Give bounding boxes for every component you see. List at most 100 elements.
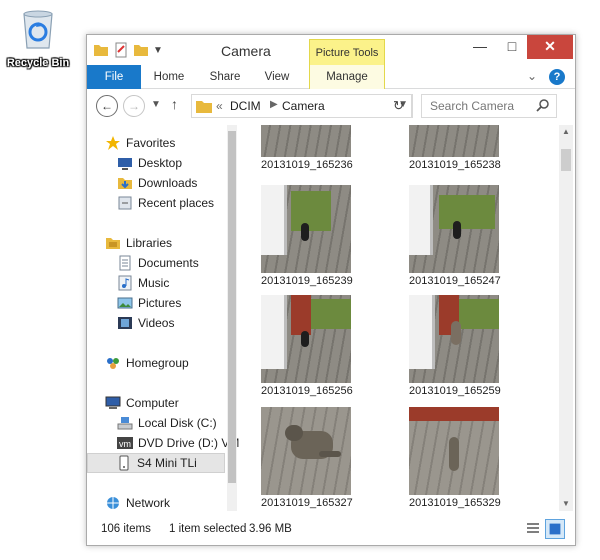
- file-item[interactable]: 20131019_165247: [409, 185, 501, 287]
- window-title: Camera: [221, 43, 271, 59]
- back-button[interactable]: ←: [96, 95, 118, 117]
- sidebar-item-documents[interactable]: Documents: [117, 253, 199, 273]
- customize-toolbar-icon[interactable]: ▼: [153, 45, 163, 56]
- file-name: 20131019_165236: [261, 159, 353, 171]
- status-bar: 106 items 1 item selected 3.96 MB: [87, 515, 575, 545]
- file-item[interactable]: 20131019_165239: [261, 185, 353, 287]
- folder-icon: [196, 101, 212, 113]
- file-item[interactable]: 20131019_165259: [409, 295, 501, 397]
- file-item[interactable]: 20131019_165236: [261, 125, 353, 171]
- sidebar-item-downloads[interactable]: Downloads: [117, 173, 197, 193]
- up-button[interactable]: ↑: [171, 96, 178, 112]
- ribbon-tabs: File Home Share View Manage ⌄ ?: [87, 65, 575, 89]
- desktop-icon: [118, 158, 132, 170]
- details-view-icon[interactable]: [523, 519, 543, 539]
- recycle-bin[interactable]: Recycle Bin: [4, 6, 72, 69]
- expand-ribbon-icon[interactable]: ⌄: [527, 69, 537, 83]
- file-name: 20131019_165327: [261, 497, 353, 509]
- sidebar-item-network[interactable]: Network: [105, 493, 170, 511]
- sidebar-item-s4-mini[interactable]: S4 Mini TLi: [87, 453, 225, 473]
- recent-locations-icon[interactable]: ▼: [151, 99, 161, 110]
- picture-tools-label: Picture Tools: [309, 39, 385, 65]
- forward-button[interactable]: →: [123, 95, 145, 117]
- sidebar-item-desktop[interactable]: Desktop: [117, 153, 182, 173]
- file-item[interactable]: 20131019_165329: [409, 407, 501, 509]
- properties-icon[interactable]: [113, 42, 129, 58]
- videos-icon: [118, 317, 132, 329]
- sidebar-item-label: Downloads: [138, 176, 198, 190]
- sidebar-item-label: Videos: [138, 316, 175, 330]
- new-folder-icon[interactable]: [133, 42, 149, 58]
- file-name: 20131019_165247: [409, 275, 501, 287]
- tab-manage[interactable]: Manage: [309, 65, 385, 89]
- sidebar-item-label: Local Disk (C:): [138, 416, 217, 430]
- navigation-bar: ← → ▼ ↑ « DCIM ▶ Camera ▼ ↻ Search Camer…: [87, 91, 575, 121]
- file-name: 20131019_165239: [261, 275, 353, 287]
- sidebar-item-label: Recent places: [138, 196, 215, 210]
- sidebar-item-homegroup[interactable]: Homegroup: [105, 353, 189, 373]
- search-input[interactable]: Search Camera: [421, 94, 557, 118]
- pictures-icon: [117, 297, 133, 309]
- photo-thumbnail: [261, 407, 351, 495]
- sidebar-item-videos[interactable]: Videos: [117, 313, 174, 333]
- tab-home[interactable]: Home: [145, 65, 193, 89]
- content-scrollbar-thumb[interactable]: [561, 149, 571, 171]
- large-icons-view-icon[interactable]: [545, 519, 565, 539]
- breadcrumb-dcim[interactable]: DCIM: [230, 99, 261, 113]
- dvd-icon: vm: [117, 437, 133, 449]
- file-name: 20131019_165238: [409, 159, 501, 171]
- tab-share[interactable]: Share: [201, 65, 249, 89]
- sidebar-item-music[interactable]: Music: [117, 273, 169, 293]
- sidebar-item-favorites[interactable]: Favorites: [105, 133, 175, 153]
- chevron-right-icon[interactable]: ▶: [270, 99, 278, 110]
- network-icon: [107, 497, 119, 509]
- sidebar-item-computer[interactable]: Computer: [105, 393, 179, 413]
- tab-file[interactable]: File: [87, 65, 141, 89]
- star-icon: [106, 136, 120, 150]
- item-count: 106 items: [101, 523, 151, 535]
- scroll-down-icon[interactable]: ▼: [562, 499, 570, 508]
- minimize-button[interactable]: —: [465, 35, 495, 59]
- downloads-icon: [118, 178, 132, 189]
- navigation-pane: Favorites Desktop Downloads Recent place…: [87, 125, 239, 511]
- folder-icon[interactable]: [93, 42, 109, 58]
- sidebar-item-label: Favorites: [126, 136, 176, 150]
- recycle-bin-label: Recycle Bin: [6, 57, 70, 69]
- sidebar-item-dvd-drive[interactable]: vm DVD Drive (D:) VM: [117, 433, 239, 453]
- maximize-button[interactable]: □: [497, 35, 527, 59]
- photo-thumbnail: [261, 185, 351, 273]
- title-bar: ▼ Camera Picture Tools — □ ✕: [87, 35, 575, 65]
- photo-thumbnail: [409, 125, 499, 157]
- refresh-button[interactable]: ↻: [386, 94, 412, 118]
- help-icon[interactable]: ?: [549, 69, 565, 85]
- recent-places-icon: [118, 196, 132, 210]
- sidebar-item-local-disk[interactable]: Local Disk (C:): [117, 413, 217, 433]
- selection-status: 1 item selected: [169, 523, 247, 535]
- explorer-window: ▼ Camera Picture Tools — □ ✕ File Home S…: [86, 34, 576, 546]
- sidebar-item-label: Desktop: [138, 156, 183, 170]
- close-button[interactable]: ✕: [527, 35, 573, 59]
- sidebar-item-pictures[interactable]: Pictures: [117, 293, 181, 313]
- photo-thumbnail: [409, 295, 499, 383]
- content-scrollbar[interactable]: ▲ ▼: [559, 125, 573, 511]
- homegroup-icon: [107, 358, 119, 369]
- file-name: 20131019_165329: [409, 497, 501, 509]
- sidebar-item-label: Documents: [138, 256, 199, 270]
- sidebar-item-recent-places[interactable]: Recent places: [117, 193, 214, 213]
- sidebar-item-label: S4 Mini TLi: [137, 456, 197, 470]
- svg-text:vm: vm: [119, 439, 131, 449]
- sidebar-item-libraries[interactable]: Libraries: [105, 233, 172, 253]
- scroll-up-icon[interactable]: ▲: [562, 127, 570, 136]
- sidebar-scrollbar-thumb[interactable]: [228, 131, 236, 483]
- photo-thumbnail: [409, 185, 499, 273]
- sidebar-item-label: Homegroup: [126, 356, 189, 370]
- breadcrumb-camera[interactable]: Camera: [282, 99, 325, 113]
- file-item[interactable]: 20131019_165327: [261, 407, 353, 509]
- sidebar-item-label: Computer: [126, 396, 179, 410]
- file-item[interactable]: 20131019_165238: [409, 125, 501, 171]
- photo-thumbnail: [409, 407, 499, 495]
- breadcrumb-overflow[interactable]: «: [216, 99, 223, 113]
- address-bar[interactable]: « DCIM ▶ Camera ▼: [191, 94, 413, 118]
- tab-view[interactable]: View: [255, 65, 299, 89]
- file-item[interactable]: 20131019_165256: [261, 295, 353, 397]
